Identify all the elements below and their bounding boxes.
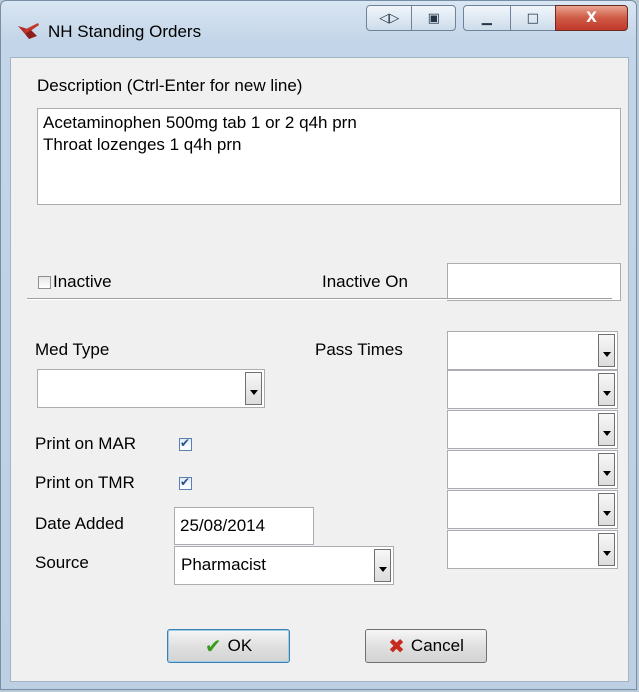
dialog-window: NH Standing Orders ◁▷ ▣ ▁ □ X Descriptio… xyxy=(0,0,637,690)
dialog-client-area: Description (Ctrl-Enter for new line) Ac… xyxy=(10,57,629,682)
date-added-input[interactable]: 25/08/2014 xyxy=(174,507,314,545)
title-bar[interactable]: NH Standing Orders ◁▷ ▣ ▁ □ X xyxy=(1,1,636,55)
ok-label: OK xyxy=(227,636,253,655)
window-controls-group: ▁ □ xyxy=(463,5,556,31)
source-label: Source xyxy=(35,553,89,572)
minimize-button[interactable]: ▁ xyxy=(464,6,510,30)
split-view-button[interactable]: ◁▷ xyxy=(367,6,411,30)
print-on-mar-checkbox[interactable]: ✔ xyxy=(179,436,192,451)
chevron-down-icon[interactable] xyxy=(245,372,262,405)
chevron-down-icon[interactable] xyxy=(598,533,615,566)
inactive-checkbox[interactable] xyxy=(38,276,51,289)
window-title: NH Standing Orders xyxy=(48,22,202,41)
x-icon: ✖ xyxy=(388,634,405,658)
check-icon: ✔ xyxy=(204,634,222,658)
source-dropdown[interactable]: Pharmacist xyxy=(174,546,394,585)
chevron-down-icon[interactable] xyxy=(598,453,615,486)
app-logo-icon xyxy=(18,23,39,39)
chevron-down-icon[interactable] xyxy=(598,413,615,446)
chevron-down-icon[interactable] xyxy=(598,493,615,526)
print-on-tmr-checkbox[interactable]: ✔ xyxy=(179,475,192,490)
chevron-down-icon[interactable] xyxy=(598,334,615,367)
close-icon: X xyxy=(586,10,597,26)
date-added-label: Date Added xyxy=(35,514,124,533)
copy-window-button[interactable]: ▣ xyxy=(411,6,455,30)
title-tool-group: ◁▷ ▣ xyxy=(366,5,456,31)
pass-time-dropdown-4[interactable] xyxy=(447,450,618,489)
print-on-mar-label: Print on MAR xyxy=(35,434,137,453)
description-label: Description (Ctrl-Enter for new line) xyxy=(37,76,303,95)
chevron-down-icon[interactable] xyxy=(598,373,615,406)
chevron-down-icon[interactable] xyxy=(374,549,391,582)
med-type-dropdown[interactable] xyxy=(37,369,265,408)
close-button[interactable]: X xyxy=(555,5,628,31)
maximize-button[interactable]: □ xyxy=(509,6,556,30)
description-line-1: Acetaminophen 500mg tab 1 or 2 q4h prn xyxy=(43,113,357,132)
inactive-label: Inactive xyxy=(53,272,112,291)
source-value: Pharmacist xyxy=(181,555,267,574)
checkmark-icon: ✔ xyxy=(180,475,191,489)
inactive-on-input[interactable] xyxy=(447,263,621,301)
checkmark-icon: ✔ xyxy=(180,436,191,450)
pass-times-label: Pass Times xyxy=(315,340,403,359)
pass-time-dropdown-1[interactable] xyxy=(447,331,618,370)
cancel-button[interactable]: ✖ Cancel xyxy=(365,629,487,663)
inactive-on-label: Inactive On xyxy=(322,272,408,291)
print-on-tmr-label: Print on TMR xyxy=(35,473,135,492)
description-textarea[interactable]: Acetaminophen 500mg tab 1 or 2 q4h prn T… xyxy=(37,108,621,205)
cancel-label: Cancel xyxy=(410,636,464,655)
pass-time-dropdown-5[interactable] xyxy=(447,490,618,529)
pass-time-dropdown-3[interactable] xyxy=(447,410,618,449)
pass-time-dropdown-2[interactable] xyxy=(447,370,618,409)
pass-time-dropdown-6[interactable] xyxy=(447,530,618,569)
description-line-2: Throat lozenges 1 q4h prn xyxy=(43,135,242,154)
med-type-label: Med Type xyxy=(35,340,110,359)
section-divider xyxy=(27,298,612,300)
ok-button[interactable]: ✔ OK xyxy=(167,629,290,663)
